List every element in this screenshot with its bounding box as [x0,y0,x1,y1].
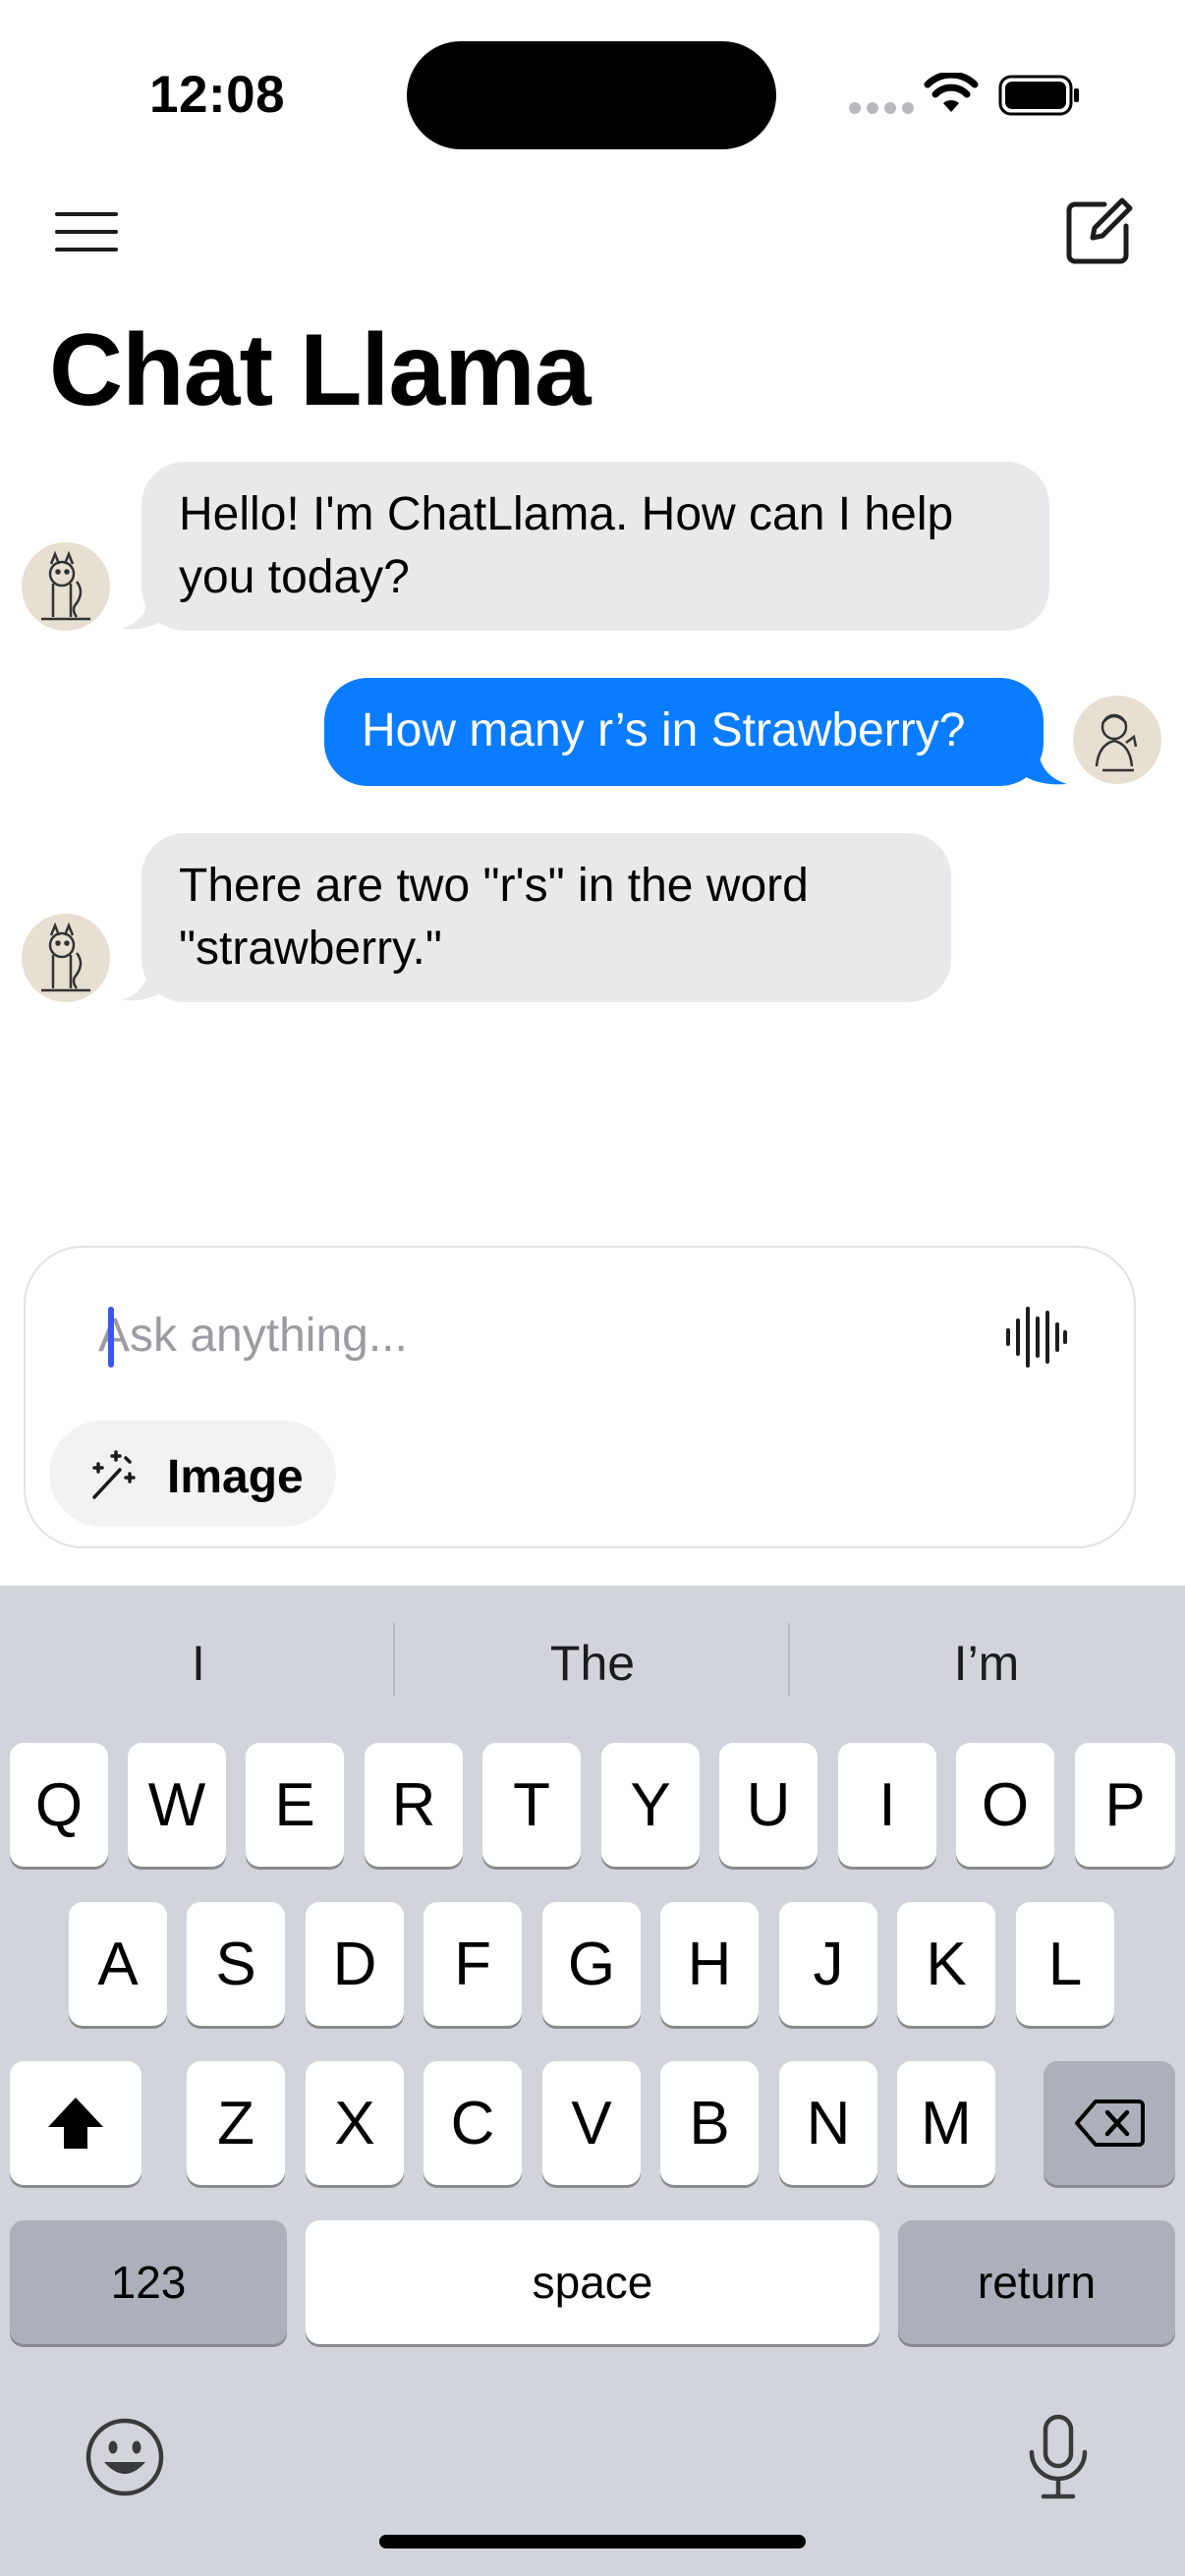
key-e[interactable]: E [246,1743,344,1867]
emoji-icon[interactable] [85,2417,165,2497]
numbers-key[interactable]: 123 [10,2220,287,2344]
prompt-input[interactable]: Ask anything... [98,1309,408,1363]
key-i[interactable]: I [838,1743,936,1867]
shift-icon [48,2098,103,2149]
llama-icon [41,922,90,992]
key-y[interactable]: Y [601,1743,700,1867]
key-n[interactable]: N [779,2061,877,2185]
voice-waveform-icon[interactable] [1004,1303,1067,1372]
key-c[interactable]: C [423,2061,522,2185]
key-r[interactable]: R [365,1743,463,1867]
battery-icon [998,75,1079,116]
image-generate-button[interactable]: Image [49,1421,336,1527]
user-portrait-icon [1095,713,1138,772]
wifi-icon [924,73,979,112]
compose-icon[interactable] [1065,196,1134,265]
key-v[interactable]: V [542,2061,641,2185]
key-p[interactable]: P [1075,1743,1175,1867]
image-button-label: Image [167,1451,304,1503]
key-o[interactable]: O [956,1743,1054,1867]
assistant-avatar [22,542,110,631]
assistant-message-bubble: Hello! I'm ChatLlama. How can I help you… [141,462,1049,631]
user-avatar [1073,696,1161,784]
message-text: "strawberry." [179,923,442,975]
magic-wand-icon [92,1450,136,1499]
key-t[interactable]: T [482,1743,581,1867]
llama-icon [41,550,90,621]
backspace-key[interactable] [1044,2061,1175,2185]
screen: 12:08 Chat Llama Hello! I'm ChatLlama. H… [0,0,1185,2576]
assistant-message-bubble: There are two "r's" in the word "strawbe… [141,833,951,1002]
key-w[interactable]: W [128,1743,226,1867]
key-x[interactable]: X [306,2061,404,2185]
assistant-avatar [22,914,110,1002]
text-caret [108,1307,114,1368]
key-j[interactable]: J [779,1902,877,2026]
key-s[interactable]: S [187,1902,285,2026]
backspace-icon [1075,2100,1145,2147]
key-d[interactable]: D [306,1902,404,2026]
dynamic-island [407,41,776,149]
suggestion-1[interactable]: I [2,1635,395,1692]
suggestion-2[interactable]: The [396,1635,789,1692]
suggestion-divider [393,1623,395,1696]
message-text: you today? [179,551,410,603]
status-time: 12:08 [149,66,286,124]
menu-icon[interactable] [55,212,118,252]
shift-key[interactable] [10,2061,141,2185]
user-message-bubble: How many r’s in Strawberry? [324,678,1044,786]
key-h[interactable]: H [660,1902,759,2026]
key-z[interactable]: Z [187,2061,285,2185]
return-key[interactable]: return [898,2220,1175,2344]
key-m[interactable]: M [897,2061,995,2185]
key-f[interactable]: F [423,1902,522,2026]
key-k[interactable]: K [897,1902,995,2026]
key-u[interactable]: U [719,1743,818,1867]
home-indicator[interactable] [379,2535,806,2548]
space-key[interactable]: space [306,2220,879,2344]
key-b[interactable]: B [660,2061,759,2185]
suggestion-3[interactable]: I’m [790,1635,1183,1692]
prompt-composer: Ask anything... Image [24,1246,1136,1548]
key-l[interactable]: L [1016,1902,1114,2026]
keyboard: I The I’m Q W E R T Y U I O P A S D F G … [0,1586,1185,2576]
page-title: Chat Llama [49,313,592,427]
message-text: How many r’s in Strawberry? [362,704,966,756]
message-text: There are two "r's" in the word [179,860,809,912]
key-q[interactable]: Q [10,1743,108,1867]
cellular-signal-icon [849,102,914,114]
message-text: Hello! I'm ChatLlama. How can I help [179,488,954,540]
microphone-icon[interactable] [1026,2413,1091,2501]
key-g[interactable]: G [542,1902,641,2026]
key-a[interactable]: A [69,1902,167,2026]
